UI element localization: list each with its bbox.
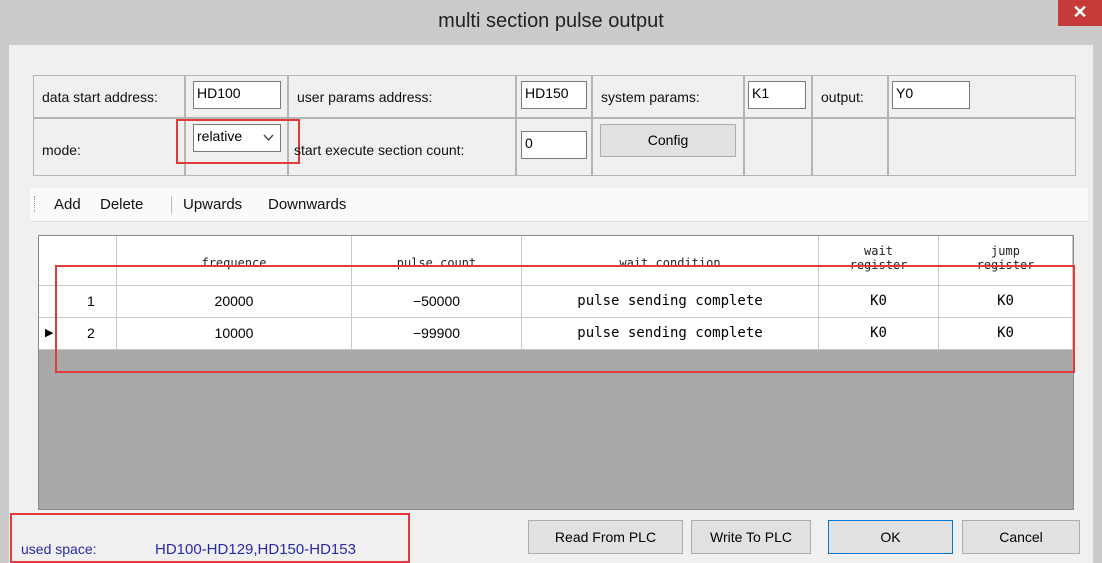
- toolbar-grip: [34, 196, 37, 212]
- window-title: multi section pulse output: [438, 10, 664, 32]
- upwards-button[interactable]: Upwards: [183, 196, 242, 213]
- close-button[interactable]: ✕: [1058, 0, 1102, 26]
- config-button[interactable]: Config: [600, 124, 736, 157]
- start-execute-section-count-label: start execute section count:: [294, 142, 465, 158]
- toolbar-separator: [171, 196, 172, 214]
- data-start-address-input[interactable]: HD100: [193, 81, 281, 109]
- add-button[interactable]: Add: [54, 196, 81, 213]
- mode-label: mode:: [42, 142, 81, 158]
- param-cell: [888, 118, 1076, 176]
- window-frame-left: [0, 45, 9, 563]
- cancel-button[interactable]: Cancel: [962, 520, 1080, 554]
- user-params-address-input[interactable]: HD150: [521, 81, 587, 109]
- start-execute-section-count-input[interactable]: 0: [521, 131, 587, 159]
- grid-toolbar: Add Delete Upwards Downwards: [30, 188, 1088, 222]
- current-row-marker-icon: ▶: [45, 327, 54, 339]
- read-from-plc-button[interactable]: Read From PLC: [528, 520, 683, 554]
- delete-button[interactable]: Delete: [100, 196, 143, 213]
- system-params-input[interactable]: K1: [748, 81, 806, 109]
- window-frame-right: [1093, 45, 1102, 563]
- system-params-label: system params:: [601, 89, 700, 105]
- highlight-used-space: [10, 513, 410, 563]
- param-cell: [744, 118, 812, 176]
- user-params-address-label: user params address:: [297, 89, 433, 105]
- param-cell: [812, 118, 888, 176]
- highlight-mode-select: [176, 119, 300, 164]
- downwards-button[interactable]: Downwards: [268, 196, 346, 213]
- ok-button[interactable]: OK: [828, 520, 953, 554]
- title-bar: multi section pulse output ✕: [0, 0, 1102, 46]
- write-to-plc-button[interactable]: Write To PLC: [691, 520, 811, 554]
- data-start-address-label: data start address:: [42, 89, 158, 105]
- output-input[interactable]: Y0: [892, 81, 970, 109]
- highlight-grid-rows: [55, 265, 1075, 373]
- output-label: output:: [821, 89, 864, 105]
